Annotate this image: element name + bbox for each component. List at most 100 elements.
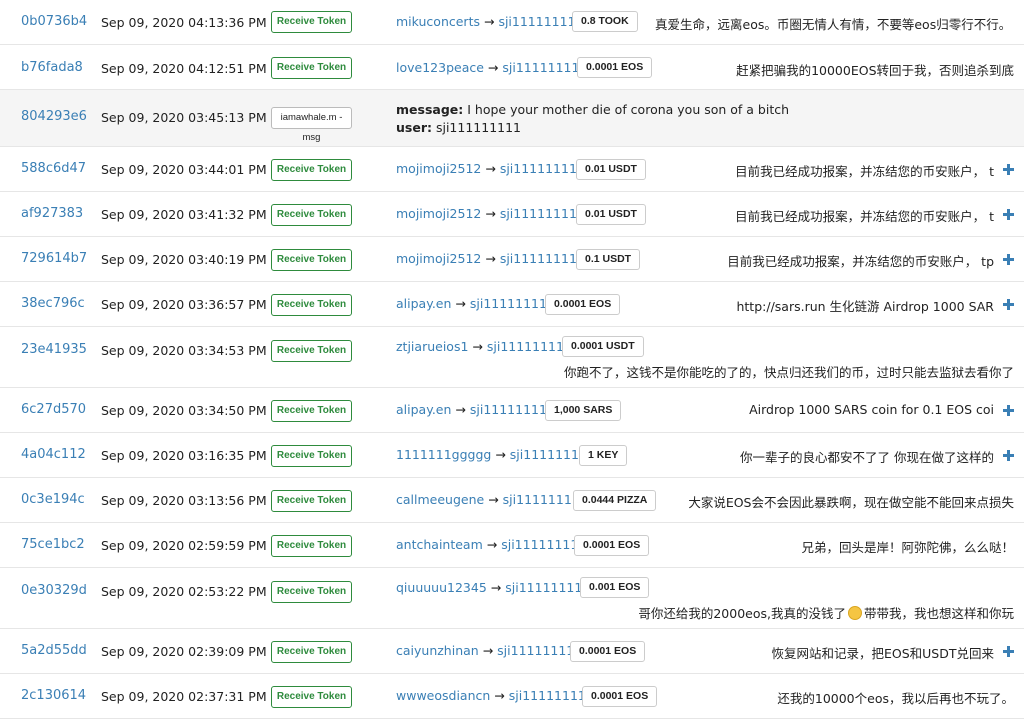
from-account-link[interactable]: ztjiarueios1 bbox=[396, 339, 468, 354]
table-row: 38ec796c Sep 09, 2020 03:36:57 PM Receiv… bbox=[0, 282, 1024, 327]
expand-plus-icon[interactable] bbox=[1003, 209, 1014, 220]
expand-plus-icon[interactable] bbox=[1003, 299, 1014, 310]
tx-hash-link[interactable]: 2c130614 bbox=[21, 688, 86, 703]
receive-token-badge: Receive Token bbox=[271, 535, 352, 557]
tx-hash-link[interactable]: 588c6d47 bbox=[21, 161, 86, 176]
to-account-link[interactable]: sji111111111 bbox=[487, 339, 572, 354]
arrow-icon: → bbox=[486, 537, 498, 552]
to-account-link[interactable]: sji111111111 bbox=[470, 296, 555, 311]
tx-date: Sep 09, 2020 02:37:31 PM bbox=[101, 689, 267, 704]
tx-hash-link[interactable]: 0b0736b4 bbox=[21, 14, 87, 29]
to-account-link[interactable]: sji111111111 bbox=[500, 161, 585, 176]
tx-hash-link[interactable]: af927383 bbox=[21, 206, 83, 221]
to-account-link[interactable]: sji111111111 bbox=[505, 580, 590, 595]
tx-hash-link[interactable]: 6c27d570 bbox=[21, 402, 86, 417]
tx-hash-link[interactable]: 75ce1bc2 bbox=[21, 537, 85, 552]
memo-text: http://sars.run 生化链游 Airdrop 1000 SAR bbox=[736, 299, 994, 314]
crying-face-emoji-icon bbox=[847, 606, 862, 620]
receive-token-badge: Receive Token bbox=[271, 400, 352, 422]
table-row: 6c27d570 Sep 09, 2020 03:34:50 PM Receiv… bbox=[0, 388, 1024, 433]
transfer-accounts: mojimoji2512 → sji111111111 bbox=[396, 206, 585, 221]
memo-text: 你一辈子的良心都安不了了 你现在做了这样的 bbox=[740, 450, 994, 465]
amount-badge: 1 KEY bbox=[579, 445, 628, 466]
from-account-link[interactable]: mojimoji2512 bbox=[396, 251, 481, 266]
from-account-link[interactable]: qiuuuuu12345 bbox=[396, 580, 487, 595]
from-account-link[interactable]: mojimoji2512 bbox=[396, 206, 481, 221]
tx-date: Sep 09, 2020 03:44:01 PM bbox=[101, 162, 267, 177]
receive-token-badge: Receive Token bbox=[271, 57, 352, 79]
receive-token-badge: Receive Token bbox=[271, 159, 352, 181]
tx-hash-link[interactable]: 0c3e194c bbox=[21, 492, 85, 507]
from-account-link[interactable]: 1111111ggggg bbox=[396, 447, 491, 462]
from-account-link[interactable]: mojimoji2512 bbox=[396, 161, 481, 176]
tx-date: Sep 09, 2020 02:59:59 PM bbox=[101, 538, 267, 553]
expand-plus-icon[interactable] bbox=[1003, 164, 1014, 175]
to-account-link[interactable]: sji111111111 bbox=[498, 14, 583, 29]
arrow-icon: → bbox=[485, 251, 496, 266]
arrow-icon: → bbox=[490, 580, 502, 595]
tx-hash-link[interactable]: 4a04c112 bbox=[21, 447, 86, 462]
receive-token-badge: Receive Token bbox=[271, 11, 352, 33]
tx-hash-link[interactable]: 23e41935 bbox=[21, 342, 87, 357]
arrow-icon: → bbox=[485, 206, 496, 221]
table-row: b76fada8 Sep 09, 2020 04:12:51 PM Receiv… bbox=[0, 45, 1024, 90]
expand-plus-icon[interactable] bbox=[1003, 450, 1014, 461]
transfer-accounts: love123peace → sji111111111 bbox=[396, 60, 587, 75]
transfer-accounts: wwweosdiancn → sji111111111 bbox=[396, 688, 594, 703]
tx-hash-link[interactable]: 5a2d55dd bbox=[21, 643, 87, 658]
expand-plus-icon[interactable] bbox=[1003, 405, 1014, 416]
amount-badge: 1,000 SARS bbox=[545, 400, 622, 421]
tx-hash-link[interactable]: 804293e6 bbox=[21, 109, 87, 124]
table-row: 0c3e194c Sep 09, 2020 03:13:56 PM Receiv… bbox=[0, 478, 1024, 523]
tx-date: Sep 09, 2020 03:16:35 PM bbox=[101, 448, 267, 463]
from-account-link[interactable]: wwweosdiancn bbox=[396, 688, 490, 703]
arrow-icon: → bbox=[494, 688, 505, 703]
to-account-link[interactable]: sji111111111 bbox=[500, 206, 585, 221]
tx-date: Sep 09, 2020 03:41:32 PM bbox=[101, 207, 267, 222]
amount-badge: 0.0001 EOS bbox=[582, 686, 658, 707]
to-account-link[interactable]: sji111111111 bbox=[500, 251, 585, 266]
transfer-accounts: alipay.en → sji111111111 bbox=[396, 402, 555, 417]
to-account-link[interactable]: sji111111111 bbox=[502, 60, 587, 75]
tx-hash-link[interactable]: 0e30329d bbox=[21, 583, 87, 598]
memo-text: 真爱生命，远离eos。币圈无情人有情，不要等eos归零行不行。 bbox=[655, 17, 1012, 32]
transfer-accounts: alipay.en → sji111111111 bbox=[396, 296, 555, 311]
to-account-link[interactable]: sji111111111 bbox=[470, 402, 555, 417]
receive-token-badge: Receive Token bbox=[271, 641, 352, 663]
table-row: 729614b7 Sep 09, 2020 03:40:19 PM Receiv… bbox=[0, 237, 1024, 282]
tx-date: Sep 09, 2020 04:12:51 PM bbox=[101, 61, 267, 76]
amount-badge: 0.0001 EOS bbox=[570, 641, 646, 662]
from-account-link[interactable]: callmeeugene bbox=[396, 492, 484, 507]
from-account-link[interactable]: love123peace bbox=[396, 60, 484, 75]
table-row: 0e30329d Sep 09, 2020 02:53:22 PM Receiv… bbox=[0, 568, 1024, 629]
memo-text: 目前我已经成功报案，并冻结您的币安账户， t bbox=[735, 164, 994, 179]
amount-badge: 0.0001 EOS bbox=[577, 57, 653, 78]
message-label: message: bbox=[396, 102, 464, 117]
amount-badge: 0.0001 USDT bbox=[562, 336, 644, 357]
table-row: 5a2d55dd Sep 09, 2020 02:39:09 PM Receiv… bbox=[0, 629, 1024, 674]
from-account-link[interactable]: alipay.en bbox=[396, 402, 451, 417]
from-account-link[interactable]: antchainteam bbox=[396, 537, 483, 552]
from-account-link[interactable]: mikuconcerts bbox=[396, 14, 480, 29]
tx-hash-link[interactable]: 38ec796c bbox=[21, 296, 85, 311]
memo-text: 还我的10000个eos，我以后再也不玩了。 bbox=[777, 691, 1014, 706]
expand-plus-icon[interactable] bbox=[1003, 254, 1014, 265]
message-block: message: I hope your mother die of coron… bbox=[396, 101, 789, 137]
table-row: 804293e6 Sep 09, 2020 03:45:13 PM iamawh… bbox=[0, 90, 1024, 147]
tx-hash-link[interactable]: b76fada8 bbox=[21, 60, 83, 75]
tx-date: Sep 09, 2020 03:45:13 PM bbox=[101, 110, 267, 125]
memo-text: 哥你还给我的2000eos,我真的没钱了 带带我，我也想这样和你玩 bbox=[638, 603, 1014, 622]
message-text: I hope your mother die of corona you son… bbox=[467, 102, 790, 117]
amount-badge: 0.01 USDT bbox=[576, 204, 646, 225]
tx-hash-link[interactable]: 729614b7 bbox=[21, 251, 87, 266]
from-account-link[interactable]: alipay.en bbox=[396, 296, 451, 311]
message-action-badge: iamawhale.m - msg bbox=[271, 107, 352, 143]
transfer-accounts: antchainteam → sji111111111 bbox=[396, 537, 586, 552]
receive-token-badge: Receive Token bbox=[271, 581, 352, 603]
expand-plus-icon[interactable] bbox=[1003, 646, 1014, 657]
memo-text: 赶紧把骗我的10000EOS转回于我，否则追杀到底 bbox=[736, 63, 1014, 78]
from-account-link[interactable]: caiyunzhinan bbox=[396, 643, 479, 658]
tx-date: Sep 09, 2020 02:53:22 PM bbox=[101, 584, 267, 599]
memo-text: 目前我已经成功报案，并冻结您的币安账户， tp bbox=[727, 254, 994, 269]
tx-date: Sep 09, 2020 03:34:50 PM bbox=[101, 403, 267, 418]
